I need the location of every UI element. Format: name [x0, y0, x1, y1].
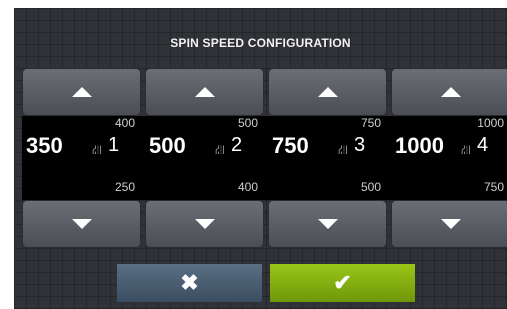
- min-speed-label: 500: [360, 180, 381, 194]
- max-speed-label: 1000: [477, 116, 504, 130]
- cancel-button[interactable]: ✖: [117, 264, 262, 302]
- spin-program-icon: ⛜: [215, 142, 225, 157]
- speed-value-strip-4: 1000 1000 ⛜ 4 750: [391, 116, 507, 200]
- min-speed-label: 250: [114, 180, 135, 194]
- increase-speed-button-2[interactable]: [145, 68, 264, 116]
- program-column-4: 1000 1000 ⛜ 4 750: [391, 68, 507, 249]
- current-speed-value: 350: [26, 133, 63, 158]
- spin-program-icon: ⛜: [461, 142, 471, 157]
- min-speed-label: 750: [483, 180, 504, 194]
- decrease-speed-button-3[interactable]: [268, 200, 387, 248]
- confirm-button[interactable]: ✔: [270, 264, 415, 302]
- increase-speed-button-4[interactable]: [391, 68, 507, 116]
- arrow-down-icon: [317, 219, 338, 229]
- program-column-2: 500 500 ⛜ 2 400: [145, 68, 268, 249]
- program-column-1: 400 350 ⛜ 1 250: [22, 68, 145, 249]
- current-speed-value: 1000: [395, 133, 444, 158]
- decrease-speed-button-4[interactable]: [391, 200, 507, 248]
- arrow-down-icon: [71, 219, 92, 229]
- arrow-up-icon: [194, 87, 215, 97]
- spin-program-icon: ⛜: [92, 142, 102, 157]
- speed-value-strip-2: 500 500 ⛜ 2 400: [145, 116, 268, 200]
- current-speed-value: 750: [272, 133, 309, 158]
- max-speed-label: 400: [114, 116, 135, 130]
- program-number: 1: [108, 134, 120, 156]
- increase-speed-button-3[interactable]: [268, 68, 387, 116]
- spin-program-icon: ⛜: [338, 142, 348, 157]
- max-speed-label: 500: [237, 116, 258, 130]
- decrease-speed-button-2[interactable]: [145, 200, 264, 248]
- program-column-3: 750 750 ⛜ 3 500: [268, 68, 391, 249]
- arrow-down-icon: [194, 219, 215, 229]
- speed-value-strip-3: 750 750 ⛜ 3 500: [268, 116, 391, 200]
- increase-speed-button-1[interactable]: [22, 68, 141, 116]
- close-icon: ✖: [180, 270, 199, 295]
- arrow-up-icon: [71, 87, 92, 97]
- program-number: 2: [231, 134, 243, 156]
- program-number: 3: [354, 134, 366, 156]
- arrow-down-icon: [440, 219, 461, 229]
- check-icon: ✔: [333, 270, 352, 295]
- program-number: 4: [477, 134, 489, 156]
- arrow-up-icon: [440, 87, 461, 97]
- spin-speed-panel: SPIN SPEED CONFIGURATION 400 350 ⛜ 1 250…: [14, 8, 507, 309]
- page-title: SPIN SPEED CONFIGURATION: [170, 36, 351, 50]
- speed-value-strip-1: 400 350 ⛜ 1 250: [22, 116, 145, 200]
- max-speed-label: 750: [360, 116, 381, 130]
- min-speed-label: 400: [237, 180, 258, 194]
- decrease-speed-button-1[interactable]: [22, 200, 141, 248]
- arrow-up-icon: [317, 87, 338, 97]
- current-speed-value: 500: [149, 133, 186, 158]
